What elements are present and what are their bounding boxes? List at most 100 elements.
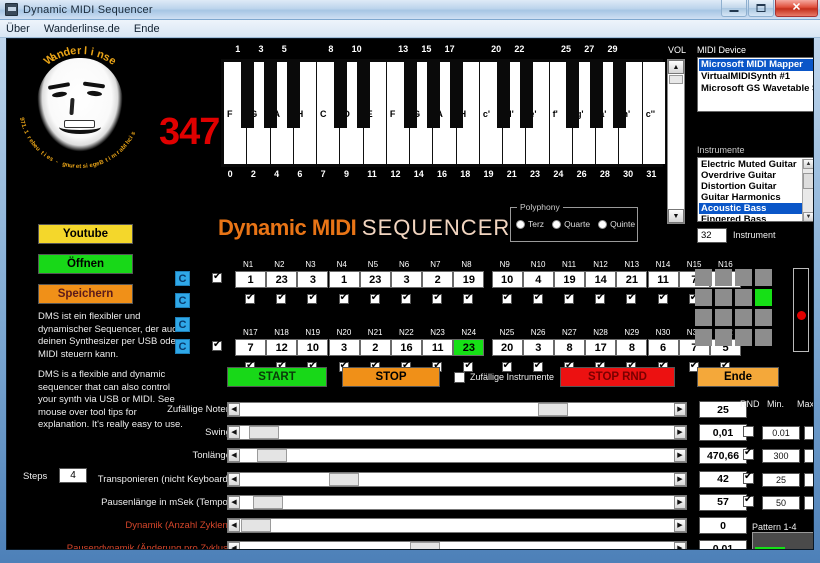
instrument-item[interactable]: Distortion Guitar — [699, 181, 813, 192]
note-value-cell[interactable]: 17 — [585, 339, 617, 356]
maximize-button[interactable] — [748, 0, 774, 17]
instruments-scroll-thumb[interactable] — [803, 173, 813, 189]
slider-left-arrow-icon[interactable]: ◀ — [228, 426, 240, 440]
slider-left-arrow-icon[interactable]: ◀ — [228, 495, 240, 509]
slider-left-arrow-icon[interactable]: ◀ — [228, 449, 240, 463]
c-button-3[interactable]: C — [175, 317, 190, 332]
polyphony-option-terz[interactable]: Terz — [516, 219, 544, 229]
note-value-cell[interactable]: 11 — [647, 271, 679, 288]
pad-slider-dot[interactable] — [797, 311, 806, 320]
rnd-checkbox-1[interactable] — [743, 426, 754, 438]
pad-1-1[interactable] — [715, 289, 732, 306]
note-value-cell[interactable]: 10 — [297, 339, 329, 356]
min-field-1[interactable]: 0.01 — [762, 426, 800, 441]
note-enable-checkbox[interactable] — [595, 292, 606, 304]
note-enable-checkbox[interactable] — [338, 292, 349, 304]
pattern-box[interactable] — [752, 532, 813, 549]
ende-button[interactable]: Ende — [697, 367, 779, 387]
max-field-2[interactable]: 500 — [804, 449, 813, 464]
note-value-cell[interactable]: 21 — [616, 271, 648, 288]
random-instruments-checkbox[interactable] — [454, 372, 465, 383]
slider-right-arrow-icon[interactable]: ▶ — [674, 403, 686, 416]
black-key-10[interactable] — [566, 62, 580, 128]
note-value-cell[interactable]: 4 — [522, 271, 554, 288]
radio-icon[interactable] — [598, 219, 608, 229]
note-enable-checkbox[interactable] — [401, 292, 411, 304]
pad-3-3[interactable] — [755, 329, 772, 346]
note-enable-checkbox[interactable] — [432, 292, 443, 304]
black-key-12[interactable] — [612, 62, 626, 128]
instrument-number-field[interactable]: 32 — [697, 228, 727, 243]
pad-0-1[interactable] — [715, 269, 732, 286]
note-enable-checkbox[interactable] — [463, 360, 474, 372]
slider-thumb[interactable] — [409, 542, 440, 549]
open-button[interactable]: Öffnen — [38, 254, 133, 274]
note-enable-checkbox[interactable] — [657, 292, 668, 304]
slider-track[interactable]: ◀ ▶ — [227, 402, 687, 417]
note-value-cell[interactable]: 2 — [359, 339, 391, 356]
black-key-7[interactable] — [450, 62, 464, 128]
radio-icon[interactable] — [516, 219, 525, 229]
menu-item-ueber[interactable]: Über — [6, 23, 30, 35]
slider-thumb[interactable] — [241, 519, 271, 532]
slider-left-arrow-icon[interactable]: ◀ — [228, 472, 240, 486]
volume-scrollbar[interactable]: ▲ ▼ — [667, 59, 685, 224]
slider-thumb[interactable] — [538, 403, 569, 416]
slider-value-field[interactable]: 0 — [699, 517, 747, 534]
note-value-cell[interactable]: 3 — [391, 271, 422, 288]
black-key-11[interactable] — [589, 62, 603, 128]
slider-track[interactable]: ◀ ▶ — [227, 518, 687, 533]
max-field-3[interactable]: 50 — [804, 472, 813, 487]
note-enable-checkbox[interactable] — [369, 292, 380, 304]
instrument-item[interactable]: Acoustic Bass — [699, 203, 813, 214]
instrument-item[interactable]: Guitar Harmonics — [699, 192, 813, 203]
pad-0-0[interactable] — [695, 269, 712, 286]
slider-value-field[interactable]: 42 — [699, 470, 747, 488]
save-button[interactable]: Speichern — [38, 284, 133, 304]
pad-3-1[interactable] — [715, 329, 732, 346]
note-enable-checkbox[interactable] — [532, 360, 543, 372]
note-enable-checkbox[interactable] — [501, 360, 512, 372]
instruments-list[interactable]: Electric Muted Guitar Overdrive Guitar Dis… — [697, 157, 813, 222]
pad-3-2[interactable] — [735, 329, 752, 346]
black-key-6[interactable] — [426, 62, 440, 128]
note-enable-checkbox[interactable] — [307, 292, 318, 304]
note-value-cell[interactable]: 3 — [328, 339, 360, 356]
instrument-item[interactable]: Electric Muted Guitar — [699, 159, 813, 170]
slider-track[interactable]: ◀ ▶ — [227, 471, 687, 487]
midi-device-list[interactable]: Microsoft MIDI Mapper VirtualMIDISynth #1… — [697, 57, 813, 112]
close-button[interactable]: ✕ — [775, 0, 818, 17]
pad-2-1[interactable] — [715, 309, 732, 326]
max-field-4[interactable]: 60 — [804, 495, 813, 510]
note-enable-checkbox[interactable] — [564, 292, 574, 304]
instrument-item[interactable]: Fingered Bass — [699, 214, 813, 221]
stop-rnd-button[interactable]: STOP RND — [560, 367, 675, 387]
polyphony-option-quarte[interactable]: Quarte — [552, 219, 590, 229]
slider-value-field[interactable]: 57 — [699, 493, 747, 511]
note-enable-checkbox[interactable] — [626, 292, 637, 304]
note-value-cell[interactable]: 8 — [554, 339, 585, 356]
slider-left-arrow-icon[interactable]: ◀ — [228, 403, 240, 416]
minimize-button[interactable] — [721, 0, 747, 17]
black-key-8[interactable] — [496, 62, 510, 128]
slider-right-arrow-icon[interactable]: ▶ — [674, 519, 686, 532]
slider-value-field[interactable]: 0,01 — [699, 424, 747, 442]
black-key-0[interactable] — [240, 62, 254, 128]
note-value-cell[interactable]: 11 — [422, 339, 454, 356]
note-value-cell[interactable]: 12 — [266, 339, 298, 356]
radio-icon[interactable] — [552, 219, 562, 229]
note-enable-checkbox[interactable] — [276, 292, 287, 304]
menu-item-wanderlinse[interactable]: Wanderlinse.de — [44, 23, 120, 35]
slider-right-arrow-icon[interactable]: ▶ — [674, 495, 686, 509]
instruments-scroll-up-icon[interactable]: ▲ — [803, 159, 813, 169]
slider-left-arrow-icon[interactable]: ◀ — [228, 542, 240, 549]
black-key-4[interactable] — [357, 62, 371, 128]
min-field-2[interactable]: 300 — [762, 449, 800, 464]
slider-track[interactable]: ◀ ▶ — [227, 448, 687, 464]
note-value-cell[interactable]: 1 — [328, 271, 360, 288]
note-value-cell[interactable]: 1 — [235, 271, 266, 288]
wanderlinse-logo[interactable]: Wanderlinse sichtbar mit Begeisterung - … — [15, 42, 145, 172]
max-field-1[interactable]: 5 — [804, 426, 813, 441]
stop-button[interactable]: STOP — [342, 367, 440, 387]
min-field-4[interactable]: 50 — [762, 495, 800, 510]
